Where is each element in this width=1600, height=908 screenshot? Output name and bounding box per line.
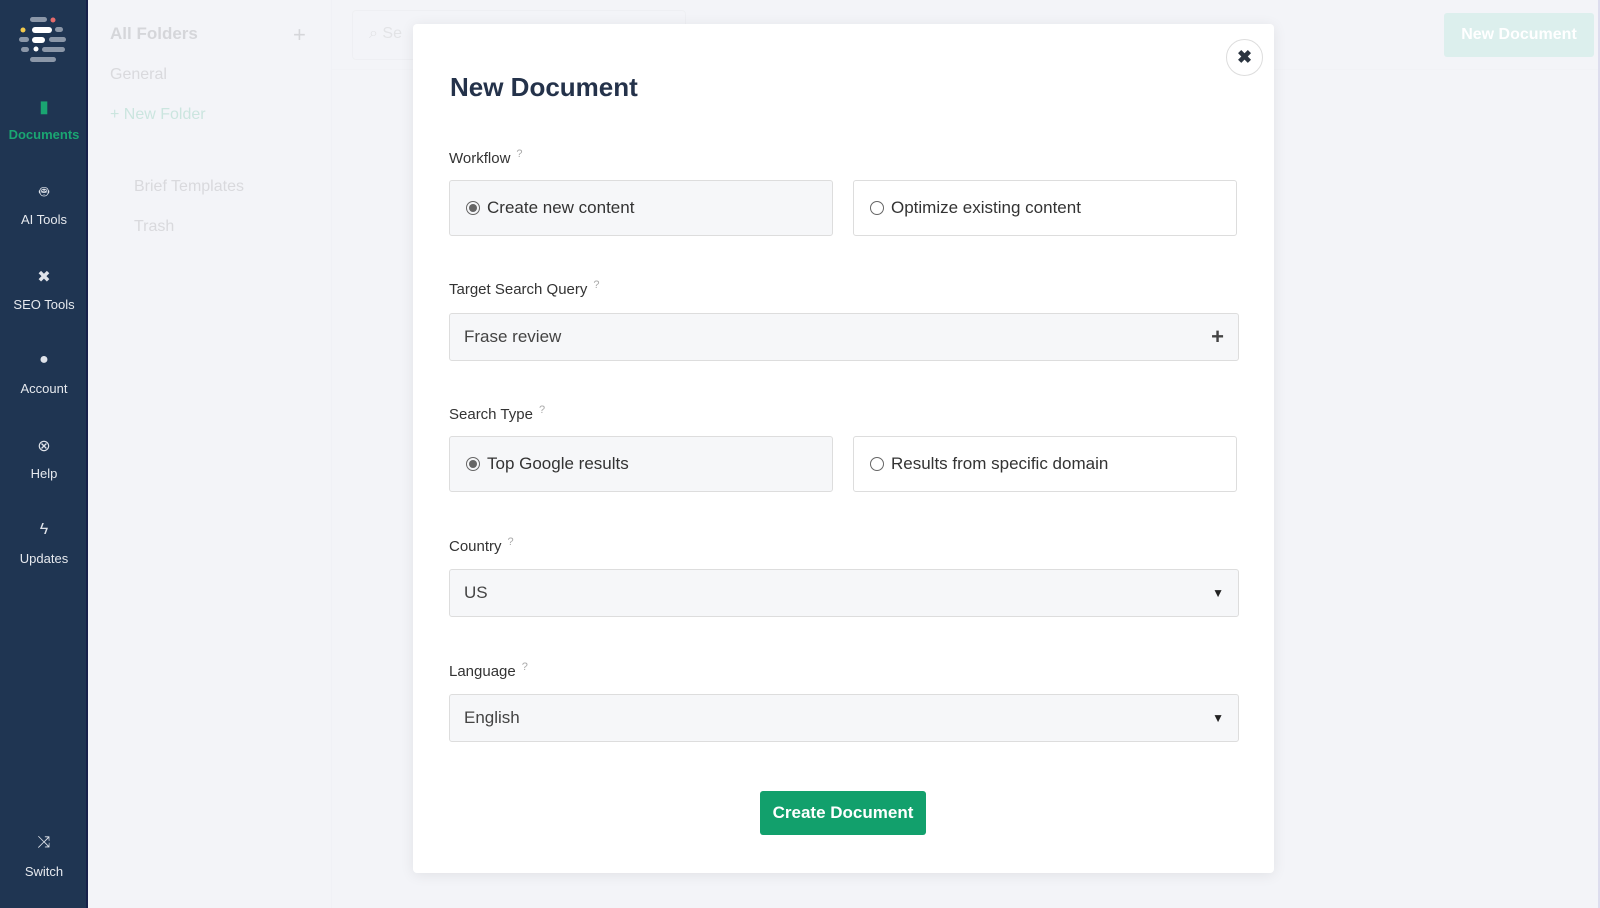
sidebar-item-account[interactable]: ● Account [0, 351, 88, 396]
user-icon: ● [39, 351, 49, 368]
search-type-option-domain[interactable]: Results from specific domain [853, 436, 1237, 492]
workflow-option-optimize[interactable]: Optimize existing content [853, 180, 1237, 236]
language-select[interactable]: English ▼ [449, 694, 1239, 742]
chevron-down-icon: ▼ [1212, 586, 1224, 600]
query-label: Target Search Query? [449, 279, 600, 298]
radio-icon [466, 457, 480, 471]
language-label: Language? [449, 661, 528, 680]
sidebar-item-updates[interactable]: ϟ Updates [0, 521, 88, 566]
help-icon[interactable]: ? [516, 148, 522, 160]
country-select[interactable]: US ▼ [449, 569, 1239, 617]
help-icon[interactable]: ? [522, 661, 528, 673]
country-label: Country? [449, 536, 514, 555]
document-icon: ▮ [39, 99, 49, 116]
close-icon: ✖ [1236, 47, 1253, 67]
help-icon[interactable]: ? [539, 404, 545, 416]
folder-general[interactable]: General [110, 66, 167, 84]
radio-icon [466, 201, 480, 215]
radio-icon [870, 201, 884, 215]
add-folder-button[interactable]: + [293, 22, 306, 48]
close-button[interactable]: ✖ [1226, 39, 1263, 76]
help-icon[interactable]: ? [593, 279, 599, 291]
workflow-option-create[interactable]: Create new content [449, 180, 833, 236]
sidebar-item-documents[interactable]: ▮ Documents [0, 97, 88, 142]
sidebar-item-help[interactable]: ⊗ Help [0, 436, 88, 481]
shuffle-icon: ⤨ [37, 834, 51, 851]
search-type-label: Search Type? [449, 404, 546, 423]
workflow-label: Workflow? [449, 148, 523, 167]
new-folder-link[interactable]: + New Folder [110, 106, 206, 124]
chevron-down-icon: ▼ [1212, 711, 1224, 725]
lifering-icon: ⊗ [37, 438, 51, 455]
tools-icon: ✖ [37, 269, 51, 286]
bolt-icon: ϟ [39, 521, 49, 538]
robot-icon: 🤖︎ [39, 184, 49, 201]
search-query-input[interactable]: Frase review + [449, 313, 1239, 361]
search-icon: ⌕ [369, 25, 383, 42]
folders-panel: All Folders + General + New Folder Brief… [90, 0, 332, 908]
help-icon[interactable]: ? [508, 536, 514, 548]
create-document-button[interactable]: Create Document [760, 791, 926, 835]
sidebar-item-switch[interactable]: ⤨ Switch [0, 834, 88, 879]
brief-templates-link[interactable]: Brief Templates [134, 178, 244, 196]
new-document-button[interactable]: New Document [1444, 13, 1594, 57]
plus-icon[interactable]: + [1211, 324, 1224, 350]
frase-logo [19, 17, 66, 62]
search-type-option-google[interactable]: Top Google results [449, 436, 833, 492]
radio-icon [870, 457, 884, 471]
trash-link[interactable]: Trash [134, 218, 174, 236]
sidebar: ▮ Documents 🤖︎ AI Tools ✖ SEO Tools ● Accoun… [0, 0, 88, 908]
sidebar-item-seo-tools[interactable]: ✖ SEO Tools [0, 267, 88, 312]
all-folders-title: All Folders [110, 24, 198, 43]
sidebar-item-ai-tools[interactable]: 🤖︎ AI Tools [0, 182, 88, 227]
new-document-modal: ✖ New Document Workflow? Create new cont… [413, 24, 1274, 873]
modal-title: New Document [450, 72, 638, 102]
